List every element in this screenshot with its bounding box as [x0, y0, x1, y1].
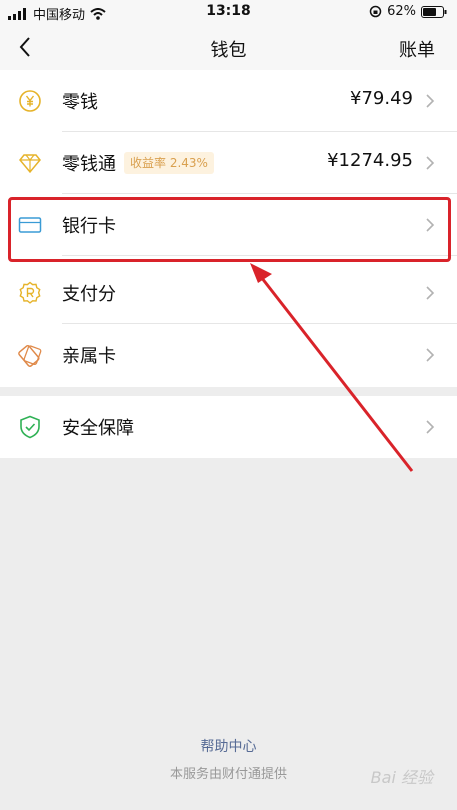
security-item[interactable]: 安全保障 — [0, 396, 457, 458]
wallet-item-value: ¥79.49 — [350, 88, 413, 109]
status-right: 62% — [369, 4, 447, 19]
wallet-item-label: 亲属卡 — [62, 346, 116, 367]
watermark: Bai 经验 — [370, 768, 433, 787]
wallet-item-family-card[interactable]: 亲属卡 — [0, 324, 457, 386]
diamond-icon — [19, 154, 41, 174]
chevron-right-icon — [426, 94, 435, 108]
credit-score-icon — [19, 281, 41, 304]
nav-bar: 钱包 账单 — [0, 24, 457, 70]
battery-percent: 62% — [387, 4, 416, 19]
page-title: 钱包 — [210, 40, 247, 61]
battery-icon — [421, 5, 447, 18]
wallet-item-lingqiantong[interactable]: 零钱通 收益率 2.43% ¥1274.95 — [0, 132, 457, 194]
wallet-item-label: 零钱 — [62, 92, 98, 113]
shield-icon — [20, 415, 40, 439]
bill-button[interactable]: 账单 — [399, 36, 435, 62]
coin-icon — [19, 90, 41, 112]
rotation-lock-icon — [369, 5, 382, 18]
yield-rate-badge: 收益率 2.43% — [124, 152, 214, 174]
chevron-right-icon — [426, 420, 435, 434]
chevron-right-icon — [426, 286, 435, 300]
security-group: 安全保障 — [0, 396, 457, 458]
family-card-icon — [18, 344, 42, 367]
chevron-right-icon — [426, 348, 435, 362]
wallet-item-value: ¥1274.95 — [327, 150, 413, 171]
help-center-link[interactable]: 帮助中心 — [0, 736, 457, 756]
highlight-box — [8, 197, 451, 262]
chevron-right-icon — [426, 156, 435, 170]
status-bar: 中国移动 13:18 62% — [0, 0, 457, 24]
wallet-item-change[interactable]: 零钱 ¥79.49 — [0, 70, 457, 132]
security-label: 安全保障 — [62, 418, 134, 439]
wallet-item-label: 支付分 — [62, 284, 116, 305]
wallet-item-credit-score[interactable]: 支付分 — [0, 262, 457, 324]
wallet-item-label: 零钱通 — [62, 154, 116, 175]
